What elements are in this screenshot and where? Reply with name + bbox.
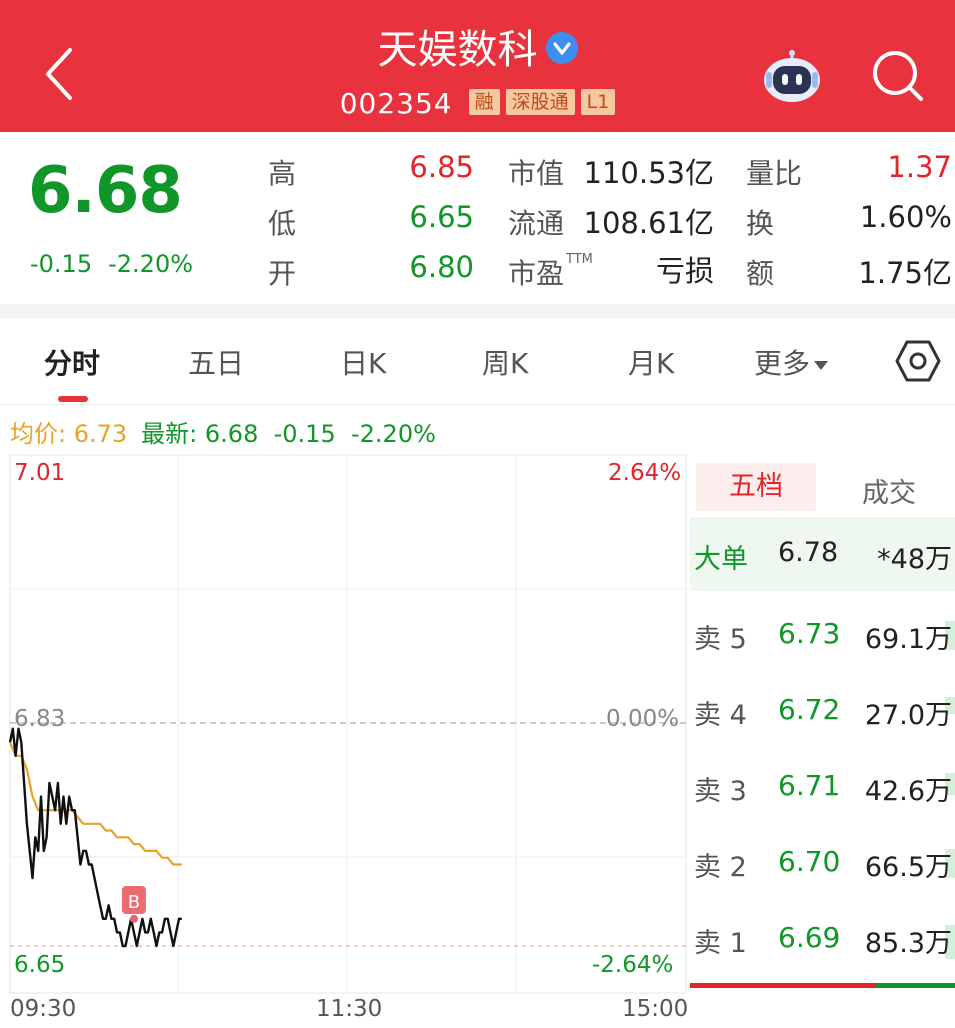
ask-label: 卖 4 (694, 700, 747, 731)
ask-label: 卖 2 (694, 852, 747, 883)
ask-row: 卖 4 6.72 27.0万 (690, 671, 955, 747)
ask-price: 6.72 (778, 693, 841, 726)
ask-label: 卖 3 (694, 776, 747, 807)
verified-badge-icon (545, 32, 578, 64)
ask-label: 卖 5 (694, 624, 747, 655)
tab-intraday[interactable]: 分时 (44, 342, 100, 382)
ask-price: 6.70 (778, 845, 841, 878)
ask-volume: 27.0万 (864, 700, 952, 731)
ask-row: 卖 3 6.71 42.6万 (690, 747, 955, 823)
app-header: 天娱数科 002354 融深股通 L1 (0, 0, 955, 132)
intraday-chart-svg: B (8, 454, 687, 994)
big-order-price: 6.78 (778, 537, 839, 568)
amount-label: 额 (746, 257, 775, 290)
tab-five-levels[interactable]: 五档 (696, 463, 816, 511)
big-order-volume: *48万 (877, 544, 952, 575)
mktcap-label: 市值 (508, 157, 565, 190)
x-axis-start-label: 09:30 (10, 996, 77, 1022)
connect-badge: 深股通 (505, 89, 575, 115)
level-badge: L1 (580, 89, 616, 115)
float-label: 流通 (508, 207, 565, 240)
section-divider (0, 304, 955, 318)
pe-label: 市盈 TTM (508, 252, 593, 290)
tab-trades[interactable]: 成交 (862, 471, 916, 510)
ask-label: 卖 1 (694, 928, 747, 959)
price-change: -0.15 -2.20% (30, 250, 209, 278)
avg-price-info: 均价: 6.73 (10, 420, 128, 448)
stock-code: 002354 (339, 87, 453, 120)
pct-axis-mid-label: 0.00% (606, 706, 680, 732)
tab-daily-k[interactable]: 日K (340, 342, 386, 382)
mktcap-value: 110.53亿 (583, 156, 714, 190)
price-line (8, 727, 182, 948)
intraday-chart[interactable]: B 7.01 2.64% 6.83 0.00% 6.65 -2.64% 09:3… (0, 450, 690, 1024)
float-value: 108.61亿 (583, 206, 714, 240)
order-book: 五档 成交 大单 6.78 *48万 卖 5 6.73 69.1万 卖 4 6.… (690, 455, 955, 1024)
ask-price: 6.73 (778, 617, 841, 650)
buy-ratio-segment (690, 983, 875, 988)
latest-price-info: 最新: 6.68 -0.15 -2.20% (141, 420, 436, 448)
big-order-row: 大单 6.78 *48万 (690, 517, 955, 591)
sell-ratio-segment (875, 983, 955, 988)
turnover-label: 换 (746, 207, 775, 240)
ask-price: 6.69 (778, 921, 841, 954)
volratio-value: 1.37 (887, 150, 952, 184)
tab-five-day[interactable]: 五日 (188, 342, 244, 382)
buy-sell-ratio-bar (690, 983, 955, 988)
margin-badge: 融 (468, 89, 500, 115)
volratio-label: 量比 (746, 157, 803, 190)
ask-row: 卖 2 6.70 66.5万 (690, 823, 955, 899)
ask-volume: 66.5万 (864, 852, 952, 883)
ask-volume: 85.3万 (864, 928, 952, 959)
ask-price: 6.71 (778, 769, 841, 802)
ttm-superscript: TTM (566, 252, 593, 267)
dropdown-triangle-icon (814, 360, 829, 370)
tab-monthly-k[interactable]: 月K (628, 342, 674, 382)
tab-more[interactable]: 更多 (754, 342, 829, 382)
active-tab-indicator (58, 396, 88, 402)
big-order-label: 大单 (694, 544, 748, 575)
pct-axis-bottom-label: -2.64% (592, 952, 674, 978)
chart-info-line: 均价: 6.73 最新: 6.68 -0.15 -2.20% (10, 414, 436, 449)
ask-volume: 42.6万 (864, 776, 952, 807)
x-axis-end-label: 15:00 (622, 996, 689, 1022)
x-axis-mid-label: 11:30 (316, 996, 383, 1022)
low-label: 低 (268, 207, 297, 240)
change-percent: -2.20% (108, 250, 194, 278)
tab-weekly-k[interactable]: 周K (482, 342, 528, 382)
high-label: 高 (268, 157, 297, 190)
pct-axis-top-label: 2.64% (608, 460, 682, 486)
open-value: 6.80 (409, 250, 474, 284)
y-axis-top-label: 7.01 (14, 460, 66, 486)
y-axis-mid-label: 6.83 (14, 706, 66, 732)
high-value: 6.85 (409, 150, 474, 184)
ask-row: 卖 1 6.69 85.3万 (690, 899, 955, 975)
change-value: -0.15 (30, 250, 93, 278)
robot-assistant-icon[interactable] (760, 50, 824, 106)
chart-period-tabs: 分时 五日 日K 周K 月K 更多 (0, 318, 955, 405)
quote-summary: 6.68 -0.15 -2.20% 高 6.85 低 6.65 开 6.80 市值… (0, 132, 955, 304)
buy-marker-label: B (128, 892, 140, 913)
low-value: 6.65 (409, 200, 474, 234)
search-icon[interactable] (870, 48, 926, 104)
buy-marker-dot (129, 914, 138, 923)
y-axis-bottom-label: 6.65 (14, 952, 66, 978)
ask-row: 卖 5 6.73 69.1万 (690, 595, 955, 671)
pe-value: 亏损 (655, 254, 714, 288)
stock-name: 天娱数科 (377, 27, 538, 73)
order-book-tabs: 五档 成交 (690, 455, 955, 517)
chart-settings-icon[interactable] (895, 338, 941, 384)
ask-volume: 69.1万 (864, 624, 952, 655)
turnover-value: 1.60% (859, 200, 952, 234)
open-label: 开 (268, 257, 297, 290)
current-price: 6.68 (28, 154, 183, 228)
amount-value: 1.75亿 (858, 256, 952, 290)
